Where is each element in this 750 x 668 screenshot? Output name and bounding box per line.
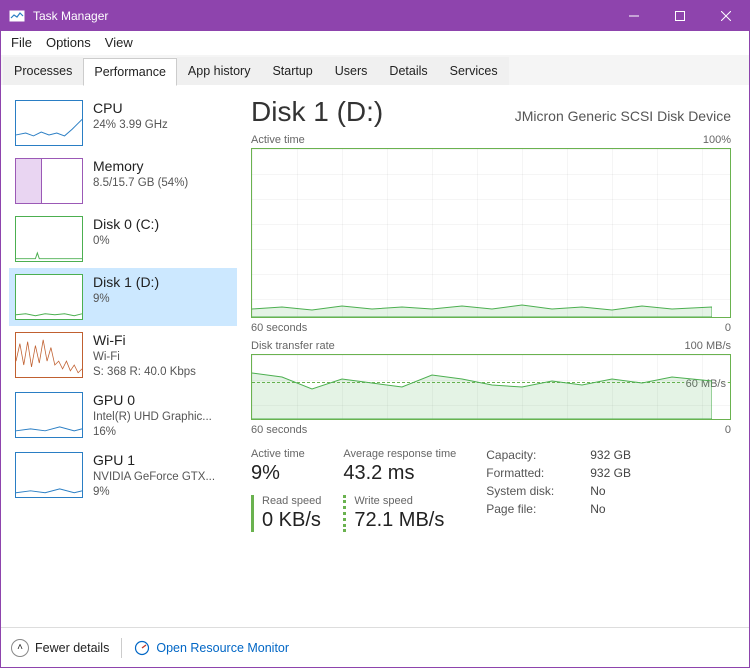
stat-write-speed: Write speed 72.1 MB/s bbox=[343, 495, 456, 532]
tab-details[interactable]: Details bbox=[378, 57, 438, 85]
cpu-thumb-icon bbox=[15, 100, 83, 146]
stat-avg-response: Average response time 43.2 ms bbox=[343, 448, 456, 485]
app-icon bbox=[9, 8, 25, 24]
disk-thumb-icon bbox=[15, 274, 83, 320]
maximize-button[interactable] bbox=[657, 1, 703, 31]
sidebar: CPU 24% 3.99 GHz Memory 8.5/15.7 GB (54%… bbox=[1, 86, 241, 627]
titlebar: Task Manager bbox=[1, 1, 749, 31]
tab-startup[interactable]: Startup bbox=[261, 57, 323, 85]
tab-users[interactable]: Users bbox=[324, 57, 379, 85]
sidebar-item-label: CPU bbox=[93, 100, 168, 116]
sidebar-item-sub2: S: 368 R: 40.0 Kbps bbox=[93, 365, 196, 380]
sidebar-item-label: Wi-Fi bbox=[93, 332, 196, 348]
chart2-label-left: Disk transfer rate bbox=[251, 340, 335, 352]
sidebar-item-sub: NVIDIA GeForce GTX... bbox=[93, 470, 215, 485]
sidebar-item-sub2: 16% bbox=[93, 425, 212, 440]
open-resource-monitor-link[interactable]: Open Resource Monitor bbox=[134, 640, 289, 656]
resource-monitor-icon bbox=[134, 640, 150, 656]
chart1-label-right: 100% bbox=[703, 134, 731, 146]
sidebar-item-gpu1[interactable]: GPU 1 NVIDIA GeForce GTX... 9% bbox=[9, 446, 237, 506]
transfer-rate-chart: 60 MB/s bbox=[251, 354, 731, 420]
sidebar-item-sub: 0% bbox=[93, 234, 159, 249]
sidebar-item-label: GPU 1 bbox=[93, 452, 215, 468]
chart2-label-right: 100 MB/s bbox=[685, 340, 731, 352]
menu-view[interactable]: View bbox=[105, 35, 133, 50]
minimize-button[interactable] bbox=[611, 1, 657, 31]
content: CPU 24% 3.99 GHz Memory 8.5/15.7 GB (54%… bbox=[1, 86, 749, 627]
tabs: Processes Performance App history Startu… bbox=[1, 55, 749, 86]
sidebar-item-disk1[interactable]: Disk 1 (D:) 9% bbox=[9, 268, 237, 326]
tab-services[interactable]: Services bbox=[439, 57, 509, 85]
menubar: File Options View bbox=[1, 31, 749, 55]
menu-options[interactable]: Options bbox=[46, 35, 91, 50]
footer: ˄ Fewer details Open Resource Monitor bbox=[1, 627, 749, 667]
gpu-thumb-icon bbox=[15, 452, 83, 498]
sidebar-item-sub: Intel(R) UHD Graphic... bbox=[93, 410, 212, 425]
chart1-xaxis-right: 0 bbox=[725, 322, 731, 334]
sidebar-item-memory[interactable]: Memory 8.5/15.7 GB (54%) bbox=[9, 152, 237, 210]
active-time-chart bbox=[251, 148, 731, 318]
chart2-xaxis-left: 60 seconds bbox=[251, 424, 307, 436]
menu-file[interactable]: File bbox=[11, 35, 32, 50]
footer-divider bbox=[121, 638, 122, 658]
main-panel: Disk 1 (D:) JMicron Generic SCSI Disk De… bbox=[241, 86, 749, 627]
sidebar-item-cpu[interactable]: CPU 24% 3.99 GHz bbox=[9, 94, 237, 152]
sidebar-item-disk0[interactable]: Disk 0 (C:) 0% bbox=[9, 210, 237, 268]
wifi-thumb-icon bbox=[15, 332, 83, 378]
page-title: Disk 1 (D:) bbox=[251, 96, 383, 128]
disk-properties: Capacity:932 GB Formatted:932 GB System … bbox=[486, 448, 631, 532]
chart1-xaxis-left: 60 seconds bbox=[251, 322, 307, 334]
chart1-label-left: Active time bbox=[251, 134, 305, 146]
sidebar-item-sub: 24% 3.99 GHz bbox=[93, 118, 168, 133]
sidebar-item-sub2: 9% bbox=[93, 485, 215, 500]
window-title: Task Manager bbox=[33, 9, 611, 23]
sidebar-item-wifi[interactable]: Wi-Fi Wi-Fi S: 368 R: 40.0 Kbps bbox=[9, 326, 237, 386]
sidebar-item-gpu0[interactable]: GPU 0 Intel(R) UHD Graphic... 16% bbox=[9, 386, 237, 446]
sidebar-item-label: GPU 0 bbox=[93, 392, 212, 408]
chevron-up-icon: ˄ bbox=[11, 639, 29, 657]
tab-app-history[interactable]: App history bbox=[177, 57, 262, 85]
stat-active-time: Active time 9% bbox=[251, 448, 321, 485]
stat-read-speed: Read speed 0 KB/s bbox=[251, 495, 321, 532]
memory-thumb-icon bbox=[15, 158, 83, 204]
sidebar-item-label: Disk 1 (D:) bbox=[93, 274, 159, 290]
disk-thumb-icon bbox=[15, 216, 83, 262]
sidebar-item-sub: 9% bbox=[93, 292, 159, 307]
page-subtitle: JMicron Generic SCSI Disk Device bbox=[515, 108, 731, 124]
close-button[interactable] bbox=[703, 1, 749, 31]
sidebar-item-sub: Wi-Fi bbox=[93, 350, 196, 365]
chart2-xaxis-right: 0 bbox=[725, 424, 731, 436]
fewer-details-button[interactable]: ˄ Fewer details bbox=[11, 639, 109, 657]
sidebar-item-label: Memory bbox=[93, 158, 188, 174]
tab-processes[interactable]: Processes bbox=[3, 57, 83, 85]
sidebar-item-label: Disk 0 (C:) bbox=[93, 216, 159, 232]
tab-performance[interactable]: Performance bbox=[83, 58, 177, 86]
sidebar-item-sub: 8.5/15.7 GB (54%) bbox=[93, 176, 188, 191]
gpu-thumb-icon bbox=[15, 392, 83, 438]
